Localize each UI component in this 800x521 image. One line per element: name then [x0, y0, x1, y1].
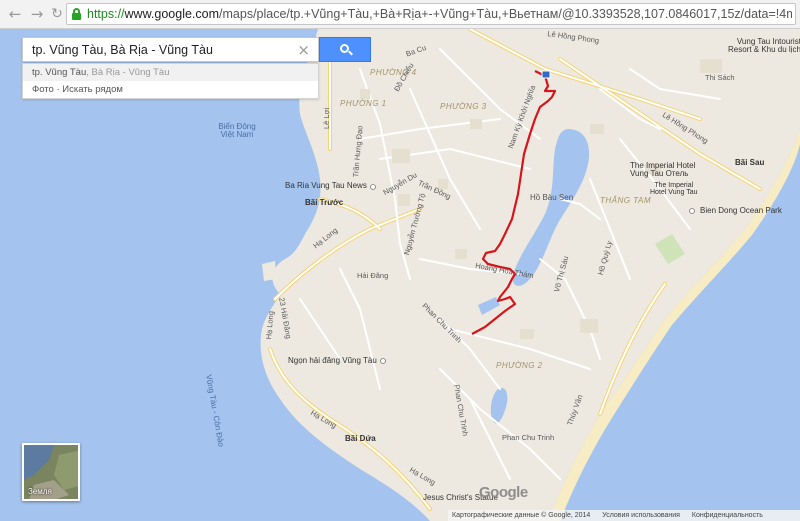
map-footer: Картографические данные © Google, 2014 У… [448, 510, 800, 521]
url-text[interactable]: https://www.google.com/maps/place/tp.+Vũ… [87, 7, 792, 21]
sea-label: Biển Đông Việt Nam [218, 122, 256, 139]
reload-icon[interactable]: ↻ [48, 5, 66, 23]
lock-icon [72, 8, 81, 20]
back-arrow-icon[interactable]: ← [6, 5, 24, 23]
poi-label[interactable]: Bãi Dứa [345, 435, 376, 443]
poi-label[interactable]: Bãi Sau [735, 159, 764, 167]
district-label: PHƯỜNG 1 [340, 99, 387, 108]
address-bar[interactable]: https://www.google.com/maps/place/tp.+Vũ… [66, 3, 796, 25]
poi-label[interactable]: Ba Ria Vung Tau News [285, 182, 367, 190]
lake-label: Hồ Bàu Sen [530, 193, 574, 202]
street-label: Lê Lợi [322, 107, 331, 129]
google-logo: Google [479, 484, 528, 501]
street-label: Thi Sách [705, 73, 735, 82]
search-query[interactable]: tp. Vũng Tàu, Bà Rịa - Vũng Tàu [32, 43, 213, 57]
map-svg [260, 29, 800, 521]
poi-label[interactable]: Ngọn hải đăng Vũng Tàu [288, 357, 377, 365]
search-button[interactable] [319, 37, 371, 62]
map-canvas[interactable]: Biển Đông Việt Nam Vũng Tàu - Côn Đảo Hồ… [0, 29, 800, 521]
district-label: PHƯỜNG 2 [496, 361, 543, 370]
close-icon[interactable]: × [297, 41, 310, 59]
district-label: PHƯỜNG 3 [440, 102, 487, 111]
poi-label[interactable]: The Imperial Hotel Vung Tau Отель [630, 162, 695, 178]
terms-link[interactable]: Условия использования [602, 512, 680, 519]
poi-label[interactable]: The Imperial Hotel Vung Tau [650, 182, 697, 196]
privacy-link[interactable]: Конфиденциальность [692, 512, 763, 519]
search-suggestions: tp. Vũng Tàu, Bà Rịa - Vũng Tàu Фото · И… [22, 63, 319, 99]
poi-label[interactable]: Bien Dong Ocean Park [700, 207, 782, 215]
street-label: Phan Chu Trinh [502, 433, 555, 442]
poi-label[interactable]: Bãi Trước [305, 199, 343, 207]
copyright-text: Картографические данные © Google, 2014 [452, 512, 591, 519]
forward-arrow-icon[interactable]: → [28, 5, 46, 23]
suggestion-item[interactable]: tp. Vũng Tàu, Bà Rịa - Vũng Tàu [23, 64, 318, 81]
search-input[interactable]: tp. Vũng Tàu, Bà Rịa - Vũng Tàu × [22, 37, 319, 62]
street-label: Hải Đăng [357, 271, 389, 280]
poi-label[interactable]: Vung Tau Intourist Resort & Khu du lịch [728, 38, 800, 54]
district-label: THẮNG TAM [600, 196, 652, 205]
browser-toolbar: ← → ↻ https://www.google.com/maps/place/… [0, 0, 800, 29]
suggestion-item[interactable]: Фото · Искать рядом [23, 81, 318, 98]
earth-view-toggle[interactable]: Земля [22, 443, 80, 501]
